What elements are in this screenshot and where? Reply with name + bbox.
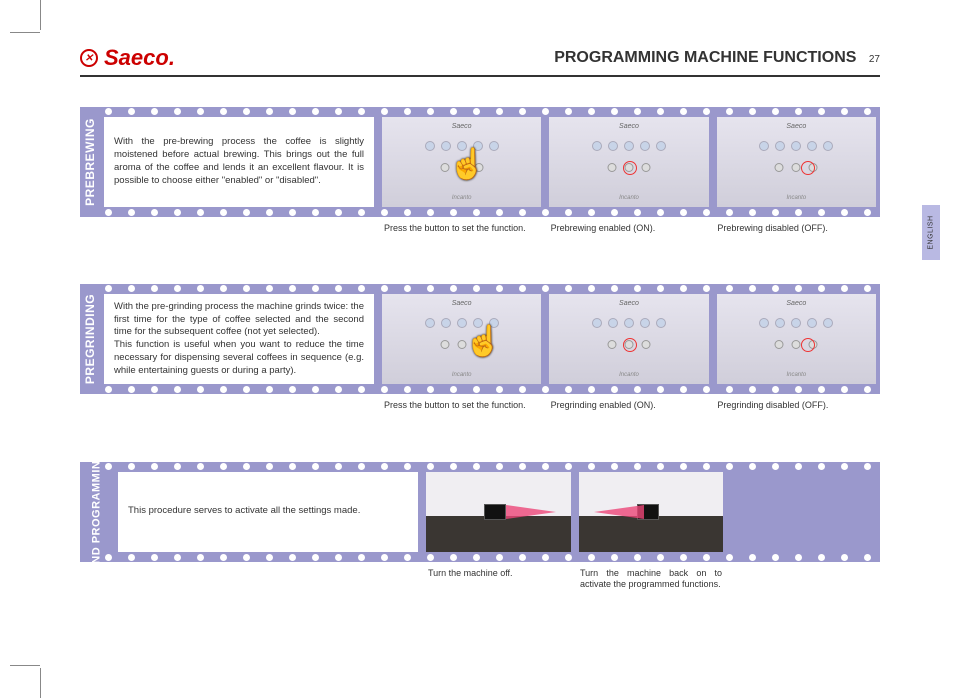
hand-pointer-icon: ☝	[449, 147, 486, 182]
section-label-text: END PROGRAMMING	[90, 452, 103, 572]
captions-row: Turn the machine off. Turn the machine b…	[80, 566, 880, 591]
caption: Prebrewing enabled (ON).	[547, 221, 714, 234]
brand-logo-text: Saeco	[104, 45, 169, 71]
step-image-enabled: Saeco Incanto	[549, 294, 708, 384]
section-label-text: PREGRINDING	[83, 294, 97, 384]
brand-logo: ✕ Saeco.	[80, 45, 175, 71]
section-label-text: PREBREWING	[83, 118, 97, 206]
captions-row: Press the button to set the function. Pr…	[80, 398, 880, 411]
step-image-disabled: Saeco Incanto	[717, 294, 876, 384]
captions-row: Press the button to set the function. Pr…	[80, 221, 880, 234]
section-pregrinding: PREGRINDING With the pre-grinding proces…	[80, 284, 880, 411]
step-image-disabled: Saeco Incanto	[717, 117, 876, 207]
section-description: With the pre-brewing process the coffee …	[104, 117, 374, 207]
caption: Press the button to set the function.	[380, 398, 547, 411]
caption: Press the button to set the function.	[380, 221, 547, 234]
caption: Pregrinding enabled (ON).	[547, 398, 714, 411]
caption-empty	[728, 566, 880, 591]
film-strip-dots	[100, 463, 880, 470]
highlight-circle-icon	[801, 161, 815, 175]
section-description: This procedure serves to activate all th…	[118, 472, 418, 552]
film-strip-dots	[100, 554, 880, 561]
language-tab: ENGLISH	[922, 205, 940, 260]
cropmark	[40, 668, 41, 698]
caption: Turn the machine off.	[424, 566, 576, 591]
highlight-circle-icon	[623, 338, 637, 352]
highlight-circle-icon	[801, 338, 815, 352]
section-side-label: PREBREWING	[80, 107, 100, 217]
hand-pointer-icon: ☝	[465, 324, 502, 359]
caption: Prebrewing disabled (OFF).	[713, 221, 880, 234]
film-strip-dots	[100, 285, 880, 292]
section-prebrewing: PREBREWING With the pre-brewing process …	[80, 107, 880, 234]
step-image-turn-on	[579, 472, 724, 552]
section-description: With the pre-grinding process the machin…	[104, 294, 374, 384]
film-strip-dots	[100, 209, 880, 216]
step-image-press-button: Saeco Incanto ☝	[382, 117, 541, 207]
step-image-press-button: Saeco Incanto ☝	[382, 294, 541, 384]
page-title: PROGRAMMING MACHINE FUNCTIONS	[554, 49, 856, 66]
power-switch-icon	[484, 504, 506, 520]
highlight-circle-icon	[623, 161, 637, 175]
film-strip-dots	[100, 386, 880, 393]
film-strip-dots	[100, 108, 880, 115]
section-end-programming: END PROGRAMMING This procedure serves to…	[80, 462, 880, 591]
step-image-enabled: Saeco Incanto	[549, 117, 708, 207]
section-side-label: PREGRINDING	[80, 284, 100, 394]
page-header: ✕ Saeco. PROGRAMMING MACHINE FUNCTIONS 2…	[80, 45, 880, 77]
cropmark	[10, 32, 40, 33]
arrow-right-icon	[506, 505, 556, 519]
caption: Pregrinding disabled (OFF).	[713, 398, 880, 411]
page-title-group: PROGRAMMING MACHINE FUNCTIONS 27	[554, 49, 880, 67]
caption: Turn the machine back on to activate the…	[576, 566, 728, 591]
section-side-label: END PROGRAMMING	[80, 462, 114, 562]
empty-cell	[731, 472, 876, 552]
page-number: 27	[869, 54, 880, 65]
arrow-left-icon	[594, 505, 644, 519]
brand-logo-icon: ✕	[80, 49, 98, 67]
cropmark	[10, 665, 40, 666]
step-image-turn-off	[426, 472, 571, 552]
cropmark	[40, 0, 41, 30]
language-tab-label: ENGLISH	[928, 215, 935, 249]
